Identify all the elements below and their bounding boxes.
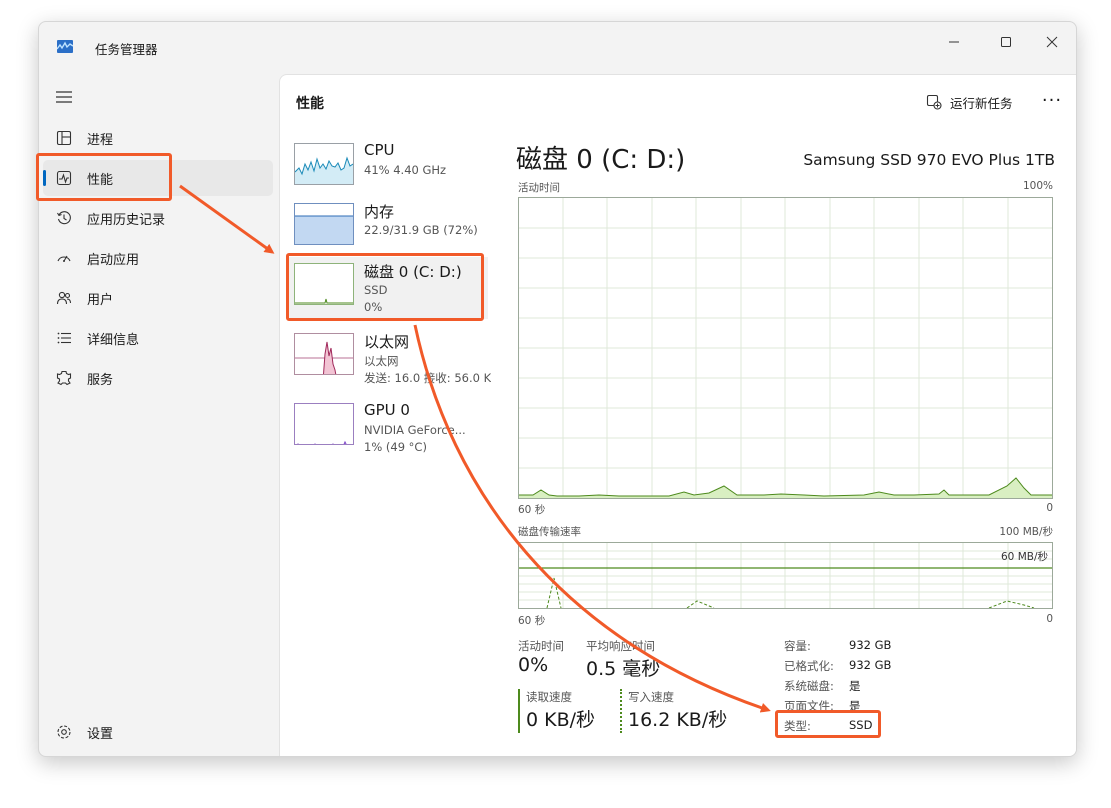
annotation-arrow-to-disk bbox=[179, 184, 275, 254]
annotation-arrow-to-type bbox=[413, 324, 771, 713]
annotation-arrows bbox=[179, 184, 771, 713]
